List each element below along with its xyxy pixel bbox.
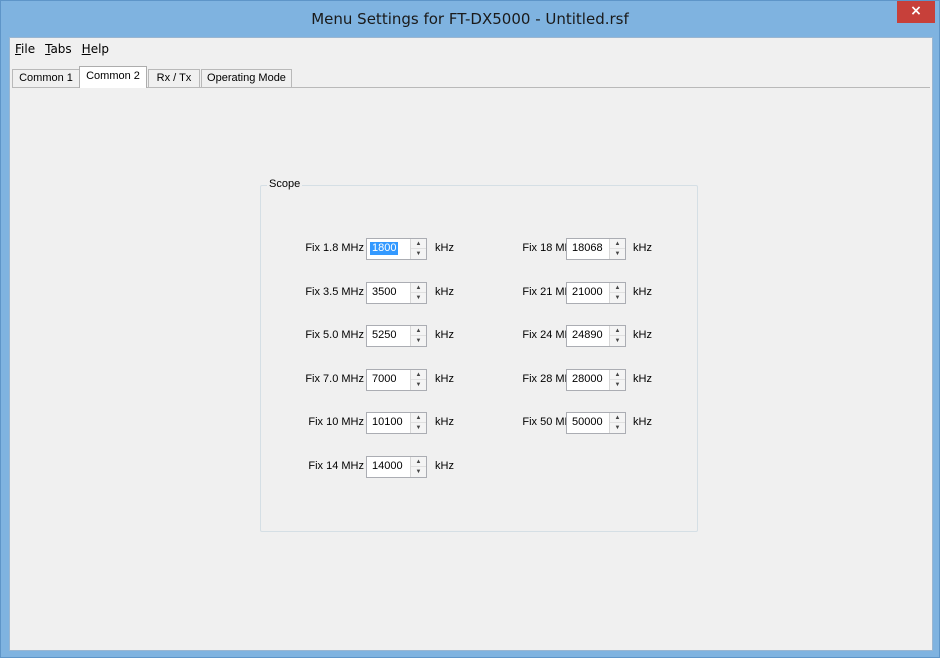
fix-21-mhz-value[interactable]: 21000 xyxy=(570,286,605,299)
fix-14-mhz-value[interactable]: 14000 xyxy=(370,460,405,473)
spin-down-arrow-icon[interactable]: ▼ xyxy=(610,249,625,259)
spin-up-arrow-icon[interactable]: ▲ xyxy=(610,413,625,423)
spin-buttons: ▲ ▼ xyxy=(609,239,625,259)
spin-buttons: ▲ ▼ xyxy=(609,326,625,346)
menu-tabs[interactable]: Tabs xyxy=(40,40,77,56)
scope-group: Scope Fix 1.8 MHz 1800 ▲ ▼ kHz Fix 3.5 MHz 350… xyxy=(260,178,698,532)
fix-3-5-mhz-unit: kHz xyxy=(435,286,454,298)
app-window: Menu Settings for FT-DX5000 - Untitled.r… xyxy=(0,0,940,658)
tab-page-common-2: Scope Fix 1.8 MHz 1800 ▲ ▼ kHz Fix 3.5 MHz 350… xyxy=(12,87,930,647)
fix-28-mhz-spinbox[interactable]: 28000 ▲ ▼ xyxy=(566,369,626,391)
spin-up-arrow-icon[interactable]: ▲ xyxy=(411,413,426,423)
spin-buttons: ▲ ▼ xyxy=(410,326,426,346)
fix-18-mhz-spinbox[interactable]: 18068 ▲ ▼ xyxy=(566,238,626,260)
fix-10-mhz-spinbox[interactable]: 10100 ▲ ▼ xyxy=(366,412,427,434)
fix-24-mhz-label: Fix 24 MHz xyxy=(522,329,578,341)
fix-7-0-mhz-spinbox[interactable]: 7000 ▲ ▼ xyxy=(366,369,427,391)
spin-down-arrow-icon[interactable]: ▼ xyxy=(411,293,426,303)
fix-10-mhz-label: Fix 10 MHz xyxy=(308,416,364,428)
fix-1-8-mhz-unit: kHz xyxy=(435,242,454,254)
spin-buttons: ▲ ▼ xyxy=(410,239,426,259)
fix-7-0-mhz-unit: kHz xyxy=(435,373,454,385)
fix-28-mhz-unit: kHz xyxy=(633,373,652,385)
spin-down-arrow-icon[interactable]: ▼ xyxy=(411,249,426,259)
fix-1-8-mhz-value[interactable]: 1800 xyxy=(370,242,399,255)
spin-down-arrow-icon[interactable]: ▼ xyxy=(610,380,625,390)
spin-up-arrow-icon[interactable]: ▲ xyxy=(411,370,426,380)
spin-buttons: ▲ ▼ xyxy=(609,413,625,433)
fix-5-0-mhz-label: Fix 5.0 MHz xyxy=(305,329,364,341)
spin-up-arrow-icon[interactable]: ▲ xyxy=(411,326,426,336)
fix-24-mhz-value[interactable]: 24890 xyxy=(570,329,605,342)
close-button[interactable]: × xyxy=(897,1,935,23)
scope-group-label: Scope xyxy=(267,178,303,190)
menu-file[interactable]: File xyxy=(10,40,40,56)
spin-down-arrow-icon[interactable]: ▼ xyxy=(411,423,426,433)
menu-help[interactable]: Help xyxy=(77,40,114,56)
fix-10-mhz-unit: kHz xyxy=(435,416,454,428)
fix-5-0-mhz-spinbox[interactable]: 5250 ▲ ▼ xyxy=(366,325,427,347)
fix-50-mhz-value[interactable]: 50000 xyxy=(570,416,605,429)
fix-5-0-mhz-unit: kHz xyxy=(435,329,454,341)
spin-up-arrow-icon[interactable]: ▲ xyxy=(411,239,426,249)
spin-buttons: ▲ ▼ xyxy=(410,457,426,477)
spin-buttons: ▲ ▼ xyxy=(410,283,426,303)
fix-50-mhz-unit: kHz xyxy=(633,416,652,428)
fix-3-5-mhz-spinbox[interactable]: 3500 ▲ ▼ xyxy=(366,282,427,304)
fix-18-mhz-value[interactable]: 18068 xyxy=(570,242,605,255)
spin-buttons: ▲ ▼ xyxy=(609,283,625,303)
spin-buttons: ▲ ▼ xyxy=(410,370,426,390)
spin-up-arrow-icon[interactable]: ▲ xyxy=(610,283,625,293)
fix-3-5-mhz-value[interactable]: 3500 xyxy=(370,286,398,299)
tab-common-1[interactable]: Common 1 xyxy=(12,69,80,87)
fix-50-mhz-spinbox[interactable]: 50000 ▲ ▼ xyxy=(566,412,626,434)
fix-28-mhz-label: Fix 28 MHz xyxy=(522,373,578,385)
tab-operating-mode[interactable]: Operating Mode xyxy=(201,69,292,87)
spin-down-arrow-icon[interactable]: ▼ xyxy=(610,336,625,346)
spin-up-arrow-icon[interactable]: ▲ xyxy=(610,326,625,336)
fix-28-mhz-value[interactable]: 28000 xyxy=(570,373,605,386)
fix-18-mhz-label: Fix 18 MHz xyxy=(522,242,578,254)
fix-18-mhz-unit: kHz xyxy=(633,242,652,254)
fix-1-8-mhz-spinbox[interactable]: 1800 ▲ ▼ xyxy=(366,238,427,260)
menu-bar: File Tabs Help xyxy=(10,40,114,58)
fix-21-mhz-label: Fix 21 MHz xyxy=(522,286,578,298)
client-area: File Tabs Help Common 1 Common 2 Rx / Tx O… xyxy=(9,37,933,651)
spin-buttons: ▲ ▼ xyxy=(609,370,625,390)
spin-down-arrow-icon[interactable]: ▼ xyxy=(411,467,426,477)
spin-up-arrow-icon[interactable]: ▲ xyxy=(610,370,625,380)
fix-3-5-mhz-label: Fix 3.5 MHz xyxy=(305,286,364,298)
fix-21-mhz-spinbox[interactable]: 21000 ▲ ▼ xyxy=(566,282,626,304)
fix-24-mhz-spinbox[interactable]: 24890 ▲ ▼ xyxy=(566,325,626,347)
fix-24-mhz-unit: kHz xyxy=(633,329,652,341)
fix-10-mhz-value[interactable]: 10100 xyxy=(370,416,405,429)
spin-buttons: ▲ ▼ xyxy=(410,413,426,433)
window-title: Menu Settings for FT-DX5000 - Untitled.r… xyxy=(311,10,629,28)
tab-common-2[interactable]: Common 2 xyxy=(79,66,147,88)
fix-14-mhz-spinbox[interactable]: 14000 ▲ ▼ xyxy=(366,456,427,478)
spin-up-arrow-icon[interactable]: ▲ xyxy=(411,457,426,467)
spin-down-arrow-icon[interactable]: ▼ xyxy=(411,336,426,346)
spin-up-arrow-icon[interactable]: ▲ xyxy=(411,283,426,293)
tab-rx-tx[interactable]: Rx / Tx xyxy=(148,69,200,87)
fix-14-mhz-unit: kHz xyxy=(435,460,454,472)
spin-down-arrow-icon[interactable]: ▼ xyxy=(610,423,625,433)
fix-21-mhz-unit: kHz xyxy=(633,286,652,298)
spin-up-arrow-icon[interactable]: ▲ xyxy=(610,239,625,249)
title-bar[interactable]: Menu Settings for FT-DX5000 - Untitled.r… xyxy=(1,1,939,37)
fix-5-0-mhz-value[interactable]: 5250 xyxy=(370,329,398,342)
fix-14-mhz-label: Fix 14 MHz xyxy=(308,460,364,472)
fix-7-0-mhz-value[interactable]: 7000 xyxy=(370,373,398,386)
spin-down-arrow-icon[interactable]: ▼ xyxy=(610,293,625,303)
spin-down-arrow-icon[interactable]: ▼ xyxy=(411,380,426,390)
fix-50-mhz-label: Fix 50 MHz xyxy=(522,416,578,428)
fix-7-0-mhz-label: Fix 7.0 MHz xyxy=(305,373,364,385)
fix-1-8-mhz-label: Fix 1.8 MHz xyxy=(305,242,364,254)
